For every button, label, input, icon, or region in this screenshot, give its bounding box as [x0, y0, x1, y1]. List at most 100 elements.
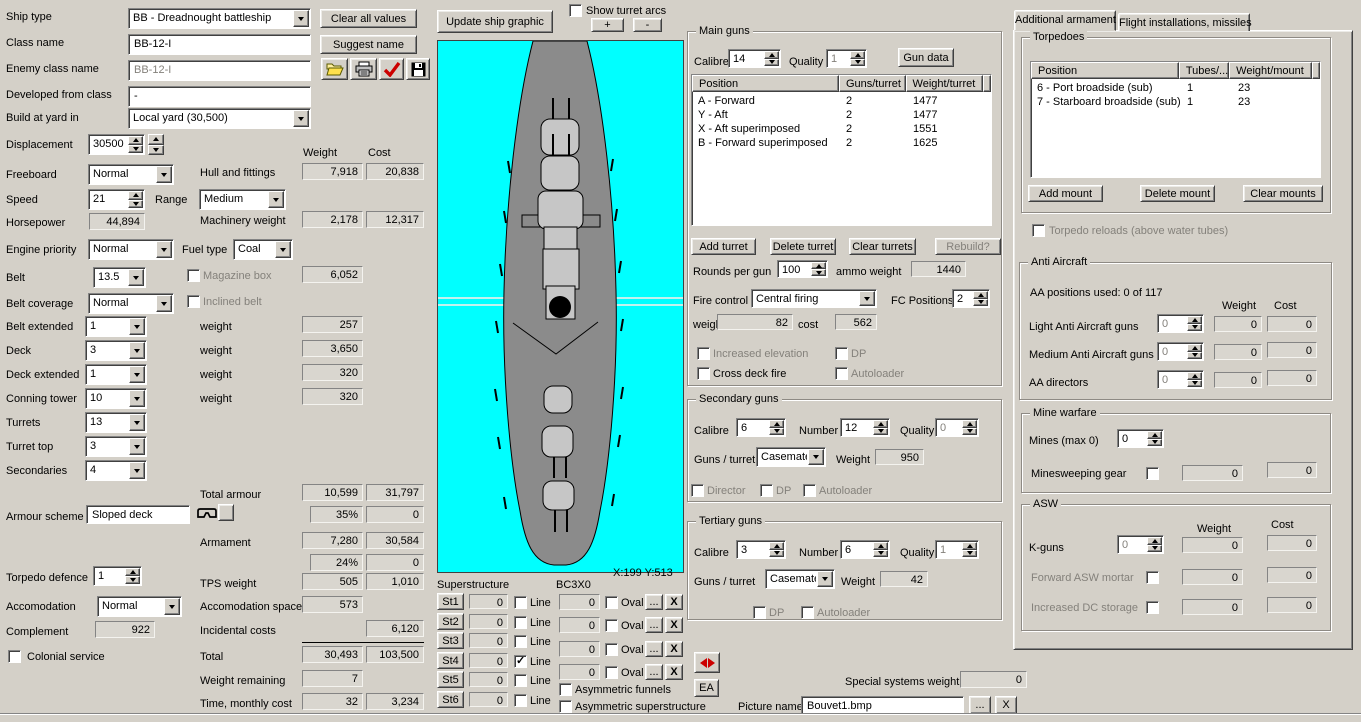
add-turret-button[interactable]: Add turret	[691, 238, 756, 255]
up-arrow-icon[interactable]	[1187, 316, 1202, 324]
down-arrow-icon[interactable]	[973, 299, 988, 307]
update-ship-graphic-button[interactable]: Update ship graphic	[437, 10, 553, 33]
swap-ends-button[interactable]	[694, 652, 720, 673]
st4-line-checkbox[interactable]	[514, 655, 527, 668]
open-file-button[interactable]	[321, 58, 348, 80]
up-arrow-icon[interactable]	[128, 191, 143, 200]
accomodation-select[interactable]: Normal	[97, 596, 182, 617]
minesweeping-checkbox[interactable]	[1146, 467, 1159, 480]
st1-line-checkbox[interactable]	[514, 596, 527, 609]
asymmetric-superstructure-checkbox[interactable]	[559, 700, 572, 713]
clear-all-values-button[interactable]: Clear all values	[320, 9, 417, 28]
oval1-delete-button[interactable]: X	[665, 594, 683, 610]
belt-select[interactable]: 13.5	[93, 267, 146, 288]
down-arrow-icon[interactable]	[125, 576, 140, 584]
armour-scheme-input[interactable]: Sloped deck	[86, 505, 190, 524]
chevron-down-icon[interactable]	[128, 269, 144, 286]
oval3-checkbox[interactable]	[605, 643, 618, 656]
up-arrow-icon[interactable]	[764, 51, 779, 59]
picture-clear-button[interactable]: X	[995, 696, 1017, 714]
chevron-down-icon[interactable]	[164, 598, 180, 615]
col-weight-turret[interactable]: Weight/turret	[906, 75, 983, 92]
up-arrow-icon[interactable]	[128, 136, 143, 145]
chevron-down-icon[interactable]	[129, 318, 145, 335]
table-row[interactable]: B - Forward superimposed 2 1625	[692, 136, 991, 150]
light-aa-spinner[interactable]: 0	[1157, 314, 1204, 333]
zoom-in-button[interactable]: +	[591, 18, 624, 32]
oval3-browse-button[interactable]: ...	[645, 641, 663, 657]
main-quality-spinner[interactable]: 1	[826, 49, 867, 68]
ter-quality-spinner[interactable]: 1	[935, 540, 979, 559]
down-arrow-icon[interactable]	[811, 269, 826, 276]
developed-from-input[interactable]: -	[128, 86, 311, 107]
chevron-down-icon[interactable]	[156, 295, 172, 312]
oval2-browse-button[interactable]: ...	[645, 617, 663, 633]
ship-graphic-canvas[interactable]	[437, 40, 684, 573]
down-arrow-icon[interactable]	[873, 428, 888, 436]
chevron-down-icon[interactable]	[129, 414, 145, 431]
table-row[interactable]: A - Forward 2 1477	[692, 94, 991, 108]
st2-line-checkbox[interactable]	[514, 616, 527, 629]
down-arrow-icon[interactable]	[1147, 439, 1162, 447]
fire-control-select[interactable]: Central firing	[751, 289, 877, 308]
st4-button[interactable]: St4	[437, 652, 464, 669]
down-arrow-icon[interactable]	[769, 550, 784, 558]
conning-tower-select[interactable]: 10	[85, 388, 147, 409]
gun-data-button[interactable]: Gun data	[898, 48, 954, 67]
up-arrow-icon[interactable]	[962, 542, 977, 550]
validate-button[interactable]	[379, 58, 404, 80]
up-arrow-icon[interactable]	[1187, 372, 1202, 380]
st3-line-checkbox[interactable]	[514, 635, 527, 648]
delete-mount-button[interactable]: Delete mount	[1140, 185, 1215, 202]
down-arrow-icon[interactable]	[764, 59, 779, 67]
main-calibre-spinner[interactable]: 14	[728, 49, 781, 68]
down-arrow-icon[interactable]	[769, 428, 784, 436]
down-arrow-icon[interactable]	[128, 145, 143, 154]
chevron-down-icon[interactable]	[268, 191, 284, 208]
rounds-per-gun-spinner[interactable]: 100	[777, 260, 828, 278]
up-arrow-icon[interactable]	[148, 134, 164, 145]
chevron-down-icon[interactable]	[275, 241, 291, 258]
clear-turrets-button[interactable]: Clear turrets	[849, 238, 916, 255]
secondaries-select[interactable]: 4	[85, 460, 147, 481]
enemy-class-input[interactable]: BB-12-I	[128, 60, 311, 81]
table-row[interactable]: X - Aft superimposed 2 1551	[692, 122, 991, 136]
ter-number-spinner[interactable]: 6	[840, 540, 890, 559]
chevron-down-icon[interactable]	[859, 291, 875, 306]
up-arrow-icon[interactable]	[873, 542, 888, 550]
chevron-down-icon[interactable]	[293, 110, 309, 127]
turrets-select[interactable]: 13	[85, 412, 147, 433]
oval3-delete-button[interactable]: X	[665, 641, 683, 657]
oval4-checkbox[interactable]	[605, 666, 618, 679]
sec-guns-turret-select[interactable]: Casemate:	[756, 447, 826, 467]
colonial-service-checkbox[interactable]	[8, 650, 21, 663]
up-arrow-icon[interactable]	[769, 420, 784, 428]
table-row[interactable]: 6 - Port broadside (sub) 1 23	[1031, 81, 1320, 95]
clear-mounts-button[interactable]: Clear mounts	[1243, 185, 1323, 202]
down-arrow-icon[interactable]	[962, 428, 977, 436]
chevron-down-icon[interactable]	[156, 241, 172, 258]
save-button[interactable]	[406, 58, 430, 80]
st1-button[interactable]: St1	[437, 593, 464, 610]
chevron-down-icon[interactable]	[129, 342, 145, 359]
up-arrow-icon[interactable]	[769, 542, 784, 550]
fc-positions-spinner[interactable]: 2	[952, 289, 990, 308]
torpedo-defence-spinner[interactable]: 1	[93, 566, 142, 586]
chevron-down-icon[interactable]	[129, 366, 145, 383]
chevron-down-icon[interactable]	[808, 449, 824, 465]
col-position[interactable]: Position	[1031, 62, 1179, 79]
speed-spinner[interactable]: 21	[88, 189, 145, 210]
oval4-delete-button[interactable]: X	[665, 664, 683, 680]
engine-priority-select[interactable]: Normal	[88, 239, 174, 260]
up-arrow-icon[interactable]	[811, 262, 826, 269]
chevron-down-icon[interactable]	[129, 438, 145, 455]
oval1-checkbox[interactable]	[605, 596, 618, 609]
ter-calibre-spinner[interactable]: 3	[736, 540, 786, 559]
chevron-down-icon[interactable]	[129, 462, 145, 479]
table-row[interactable]: 7 - Starboard broadside (sub) 1 23	[1031, 95, 1320, 109]
oval1-browse-button[interactable]: ...	[645, 594, 663, 610]
asymmetric-funnels-checkbox[interactable]	[559, 683, 572, 696]
class-name-input[interactable]: BB-12-I	[128, 34, 311, 55]
oval2-delete-button[interactable]: X	[665, 617, 683, 633]
down-arrow-icon[interactable]	[873, 550, 888, 558]
